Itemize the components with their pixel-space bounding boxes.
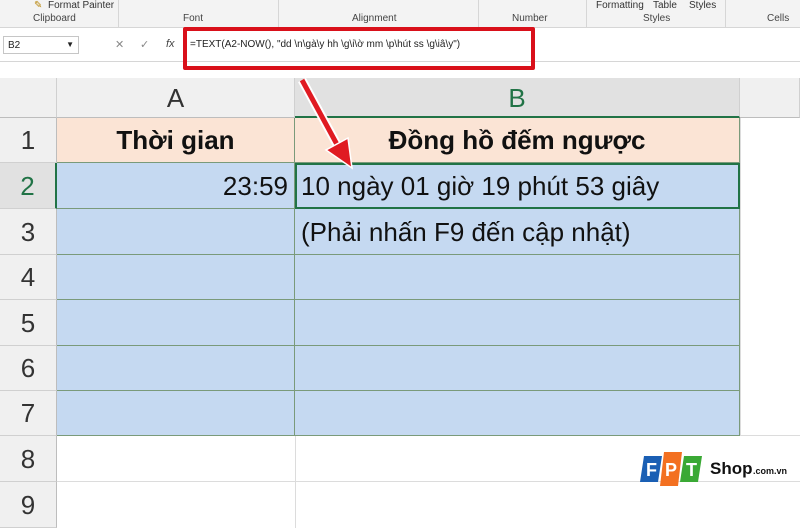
fptshop-logo: F P T Shop .com.vn bbox=[640, 452, 800, 492]
red-arrow-annotation bbox=[298, 77, 353, 170]
svg-text:T: T bbox=[686, 460, 697, 480]
fpt-logo-icon: F P T bbox=[640, 452, 702, 486]
svg-text:P: P bbox=[665, 460, 677, 480]
svg-text:F: F bbox=[646, 460, 657, 480]
logo-domain-text: .com.vn bbox=[753, 466, 788, 476]
logo-shop-text: Shop bbox=[710, 459, 753, 478]
